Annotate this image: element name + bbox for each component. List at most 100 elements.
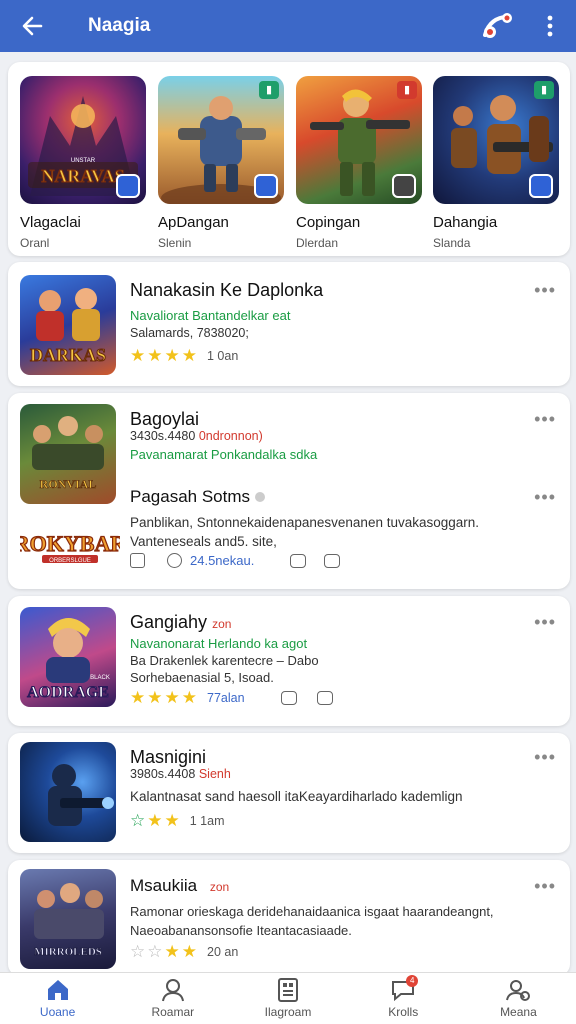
svg-text:UNSTAR: UNSTAR (71, 158, 96, 164)
item-developer: Navaliorat Bantandelkar eat (130, 308, 291, 323)
info-icon[interactable] (167, 553, 182, 568)
star-icon: ★ (147, 688, 163, 707)
star-icon: ★ (181, 346, 197, 365)
featured-sub: Slenin (158, 236, 192, 250)
item-developer: Pavanamarat Ponkandalka sdka (130, 447, 318, 462)
item-description: Ramonar orieskaga deridehanaidaanica isg… (130, 904, 494, 938)
verified-icon (254, 492, 265, 502)
rating-count: 1 1am (189, 814, 225, 828)
svg-text:DARKAS: DARKAS (30, 345, 106, 365)
library-icon (278, 978, 298, 1002)
tab-label: Uoane (39, 1005, 76, 1019)
app-bar: Naagia (0, 0, 576, 52)
share-icon[interactable] (324, 553, 341, 568)
star-outline-icon: ☆ (147, 942, 163, 961)
star-icon: ★ (147, 811, 163, 830)
corner-tag-icon: ▮ (534, 81, 554, 99)
rating-count: 77alan (207, 691, 245, 705)
game-thumbnail: MIRROLEDS (20, 869, 116, 969)
item-more-button[interactable]: ••• (534, 876, 556, 897)
item-title: Masnigini (130, 747, 207, 767)
app-badge-icon (116, 174, 140, 198)
svg-text:BLACK: BLACK (90, 675, 110, 681)
game-art: ▮ (433, 76, 559, 204)
app-badge-icon (254, 174, 278, 198)
featured-item[interactable]: ▮ Dahangia Slanda (433, 76, 559, 250)
page-title: Naagia (88, 15, 151, 36)
share-icon (483, 13, 512, 38)
people-icon (506, 980, 531, 1001)
game-art: NARAVAS UNSTAR (20, 76, 146, 204)
more-vertical-icon (547, 15, 553, 37)
game-art: ▮ (296, 76, 422, 204)
item-meta: Salamards, 7838020; (130, 326, 249, 340)
svg-text:AODRAGE: AODRAGE (27, 684, 109, 701)
rating-stars: ☆ ☆ ★ ★ 20 an (130, 942, 238, 962)
bookmark-icon[interactable] (130, 553, 145, 568)
tab-home[interactable]: Uoane (0, 973, 115, 1024)
tab-profile[interactable]: Roamar (115, 973, 230, 1024)
item-title: Nanakasin Ke Daplonka (130, 280, 324, 300)
star-outline-icon: ☆ (130, 811, 146, 830)
list-item[interactable]: MIRROLEDS Msaukiia zon Ramonar orieskaga… (8, 860, 570, 976)
featured-item[interactable]: NARAVAS UNSTAR Vlagaclai Oranl (20, 76, 146, 250)
game-thumbnail: AODRAGE BLACK (20, 607, 116, 707)
game-thumbnail (20, 742, 116, 842)
rating-count: 1 0an (207, 349, 239, 363)
item-title: Msaukiia zon (130, 876, 230, 895)
item-more-button[interactable]: ••• (534, 280, 556, 301)
star-icon: ★ (164, 688, 180, 707)
list-item[interactable]: Masnigini 3980s.4408 Sienh Kalantnasat s… (8, 733, 570, 853)
share-button[interactable] (472, 0, 524, 52)
item-link[interactable]: 24.5nekau. (190, 553, 254, 568)
person-icon (161, 979, 184, 1002)
game-logo: ROKYBAR ORBERSLGUE (13, 523, 128, 567)
featured-sub: Oranl (20, 236, 50, 250)
star-icon: ★ (181, 688, 197, 707)
list-item[interactable]: AODRAGE BLACK Gangiahy zon Navanonarat H… (8, 596, 570, 726)
item-more-button[interactable]: ••• (534, 747, 556, 768)
list-item[interactable]: DARKAS Nanakasin Ke Daplonka Navaliorat … (8, 262, 570, 386)
item-meta: 3430s.4480 0ndronnon) (130, 429, 263, 443)
item-title: Bagoylai (130, 409, 200, 429)
back-button[interactable] (0, 0, 64, 52)
tab-messages[interactable]: 4 Krolls (346, 973, 461, 1024)
featured-item[interactable]: ▮ ApDangan Slenin (158, 76, 284, 250)
comment-icon[interactable] (280, 691, 297, 705)
tab-label: Krolls (388, 1005, 419, 1019)
share-icon[interactable] (316, 691, 333, 705)
more-menu-button[interactable] (524, 0, 576, 52)
tab-label: Ilagroam (264, 1005, 312, 1019)
app-badge-icon (392, 174, 416, 198)
star-outline-icon: ☆ (130, 942, 146, 961)
rating-stars: ★ ★ ★ ★ 77alan (130, 688, 333, 708)
item-title: Pagasah Sotms (130, 487, 265, 507)
tab-library[interactable]: Ilagroam (230, 973, 345, 1024)
svg-text:MIRROLEDS: MIRROLEDS (34, 946, 102, 958)
svg-text:NARAVAS: NARAVAS (41, 166, 124, 186)
tab-more[interactable]: Meana (461, 973, 576, 1024)
featured-card: NARAVAS UNSTAR Vlagaclai Oranl ▮ ApDanga… (8, 62, 570, 256)
item-more-button[interactable]: ••• (534, 612, 556, 633)
tab-label: Meana (500, 1005, 537, 1019)
featured-name: Vlagaclai (20, 214, 81, 231)
item-meta: 3980s.4408 Sienh (130, 767, 231, 781)
featured-name: Dahangia (433, 214, 498, 231)
star-icon: ★ (181, 942, 197, 961)
item-more-button[interactable]: ••• (534, 409, 556, 430)
list-item[interactable]: RONVIAL Bagoylai 3430s.4480 0ndronnon) P… (8, 393, 570, 589)
game-art: ▮ (158, 76, 284, 204)
item-more-button[interactable]: ••• (534, 487, 556, 508)
star-icon: ★ (164, 346, 180, 365)
app-badge-icon (529, 174, 553, 198)
svg-text:ORBERSLGUE: ORBERSLGUE (49, 558, 91, 564)
item-actions: 24.5nekau. (130, 553, 341, 568)
comment-icon[interactable] (290, 553, 307, 568)
corner-tag-icon: ▮ (397, 81, 417, 99)
rating-count: 20 an (207, 945, 239, 959)
star-icon: ★ (130, 688, 146, 707)
item-developer: Navanonarat Herlando ka agot (130, 636, 308, 651)
featured-item[interactable]: ▮ Copingan Dlerdan (296, 76, 422, 250)
rating-stars: ☆ ★ ★ 1 1am (130, 811, 225, 831)
featured-name: Copingan (296, 214, 361, 231)
